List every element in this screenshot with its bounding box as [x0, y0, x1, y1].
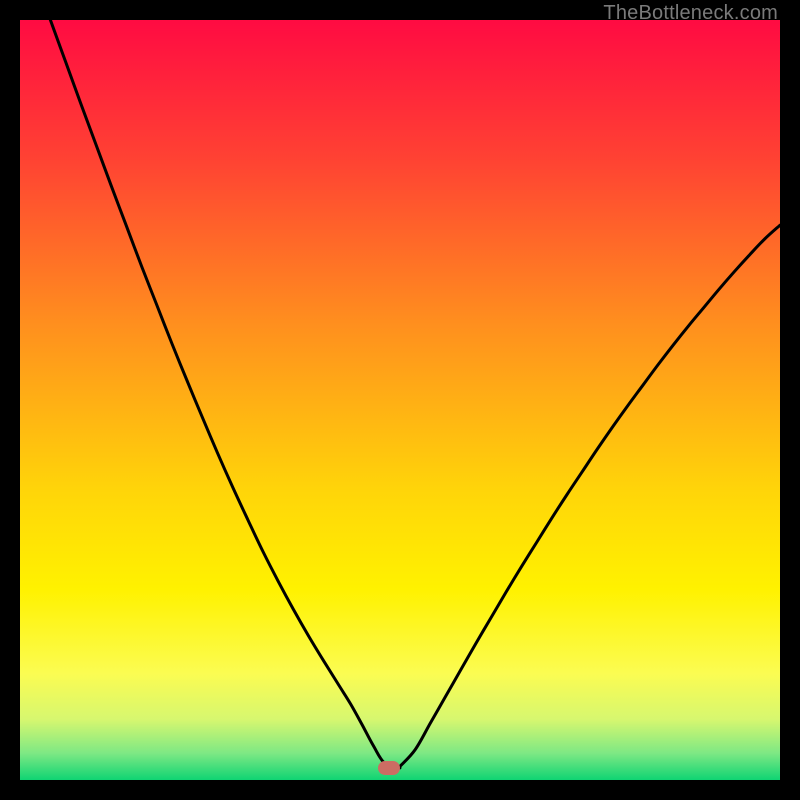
gradient-background: [20, 20, 780, 780]
plot-area: [20, 20, 780, 780]
valley-marker: [378, 761, 400, 775]
figure-root: TheBottleneck.com: [0, 0, 800, 800]
chart-svg: [20, 20, 780, 780]
watermark-text: TheBottleneck.com: [603, 2, 778, 25]
